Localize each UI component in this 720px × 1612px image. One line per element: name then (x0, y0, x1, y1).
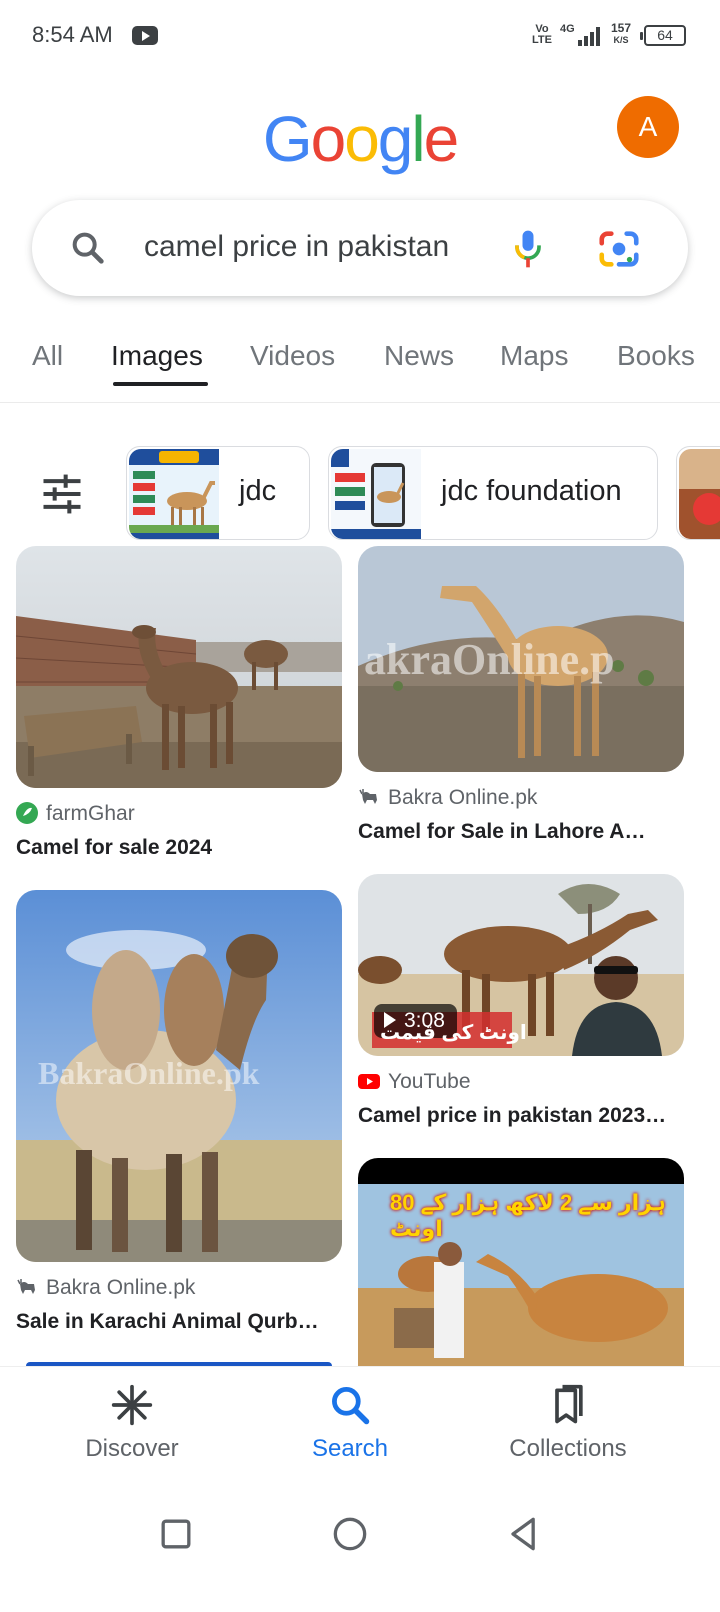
google-logo[interactable]: Google (0, 102, 720, 176)
tab-maps[interactable]: Maps (500, 340, 568, 372)
network-speed-value: 157 (610, 21, 632, 35)
tab-images[interactable]: Images (111, 340, 203, 372)
tab-videos[interactable]: Videos (250, 340, 335, 372)
recents-button-icon[interactable] (154, 1512, 198, 1556)
goat-icon (17, 1279, 35, 1294)
nav-label: Discover (85, 1435, 179, 1462)
bottom-navigation: Discover Search Collections (0, 1366, 720, 1486)
result-title[interactable]: Camel price in pakistan 2023 ... (358, 1104, 668, 1128)
logo-letter: l (411, 103, 425, 175)
chip-partial[interactable] (676, 446, 720, 540)
logo-letter: e (423, 103, 460, 175)
nav-search[interactable]: Search (250, 1383, 450, 1463)
nav-collections[interactable]: Collections (468, 1383, 668, 1463)
network-type-indicator: 4G (560, 23, 575, 35)
result-image[interactable]: akraOnline.p (358, 546, 684, 772)
result-image[interactable]: BakraOnline.pk (16, 890, 342, 1262)
goat-icon (359, 789, 377, 804)
result-source[interactable]: YouTube (358, 1070, 471, 1094)
result-source-name: Bakra Online.pk (388, 786, 538, 809)
tab-news[interactable]: News (384, 340, 454, 372)
chip-thumbnail (331, 449, 421, 539)
result-source-name: YouTube (388, 1070, 471, 1093)
watermark-text: akraOnline.p (364, 635, 615, 684)
nav-label: Collections (509, 1435, 627, 1462)
thumbnail-overlay-text: 80 ہزار سے 2 لاکھ ہزار کے اونٹ (390, 1190, 666, 1241)
logo-letter: o (344, 103, 380, 175)
logo-letter: g (377, 103, 414, 175)
youtube-icon (358, 1074, 380, 1089)
account-avatar[interactable]: A (617, 96, 679, 158)
active-tab-indicator (113, 382, 208, 386)
result-source[interactable]: farmGhar (16, 802, 135, 826)
search-icon (332, 1387, 370, 1425)
chip-thumbnail (129, 449, 219, 539)
google-lens-icon[interactable] (596, 226, 642, 272)
chip-thumbnail (679, 449, 720, 539)
result-card[interactable]: 3:08 اونٹ کی قیمت YouTube Camel price in… (358, 874, 684, 1144)
nav-discover[interactable]: Discover (32, 1383, 232, 1463)
result-card[interactable]: akraOnline.p Bakra Online.pk Camel for S… (358, 546, 684, 846)
watermark-text: BakraOnline.pk (38, 1055, 260, 1091)
result-image[interactable]: 80 ہزار سے 2 لاکھ ہزار کے اونٹ (358, 1158, 684, 1366)
result-title[interactable]: Camel for Sale in Lahore Ani... (358, 820, 658, 844)
result-source[interactable]: Bakra Online.pk (16, 1276, 195, 1300)
system-navigation-bar (0, 1486, 720, 1612)
result-image[interactable] (16, 546, 342, 788)
search-icon (72, 232, 104, 264)
discover-icon (111, 1384, 153, 1426)
chip-label: jdc foundation (441, 475, 622, 507)
search-bar[interactable]: camel price in pakistan (32, 200, 688, 296)
collections-icon (555, 1384, 583, 1424)
logo-letter: G (262, 103, 313, 175)
tabs-divider (0, 402, 720, 403)
logo-letter: o (310, 103, 347, 175)
result-card[interactable]: 80 ہزار سے 2 لاکھ ہزار کے اونٹ (358, 1158, 684, 1366)
result-card[interactable]: farmGhar Camel for sale 2024 (16, 546, 342, 866)
chip-label: jdc (239, 475, 277, 507)
refinement-chips: jdc jdc foundation (0, 446, 720, 542)
network-speed-unit: K/S (613, 35, 629, 45)
status-time: 8:54 AM (32, 22, 113, 47)
battery-indicator: 64 (640, 25, 686, 46)
result-title[interactable]: Sale in Karachi Animal Qurba... (16, 1310, 322, 1334)
result-source[interactable]: Bakra Online.pk (358, 786, 537, 810)
result-title[interactable]: Camel for sale 2024 (16, 836, 342, 860)
result-card[interactable]: BakraOnline.pk Bakra Online.pk Sale in K… (16, 890, 342, 1340)
tune-filter-icon[interactable] (40, 472, 84, 516)
chip-jdc-foundation[interactable]: jdc foundation (328, 446, 658, 540)
mic-icon[interactable] (506, 226, 550, 272)
back-button-icon[interactable] (502, 1512, 546, 1556)
result-source-name: Bakra Online.pk (46, 1276, 196, 1299)
thumbnail-overlay-text: اونٹ کی قیمت (380, 1022, 527, 1044)
volte-indicator: Vo LTE (532, 23, 552, 46)
chip-jdc[interactable]: jdc (126, 446, 310, 540)
network-speed: 157 K/S (608, 21, 634, 46)
search-tabs: All Images Videos News Maps Books (0, 330, 720, 402)
result-source-name: farmGhar (46, 802, 135, 825)
tab-all[interactable]: All (32, 340, 63, 372)
status-bar: 8:54 AM Vo LTE 4G 157 K/S 64 (0, 0, 720, 72)
signal-strength-icon (578, 26, 604, 46)
search-query[interactable]: camel price in pakistan (144, 230, 480, 264)
farmghar-icon (16, 802, 38, 824)
nav-label: Search (311, 1435, 389, 1462)
result-image[interactable]: 3:08 اونٹ کی قیمت (358, 874, 684, 1056)
home-button-icon[interactable] (328, 1512, 372, 1556)
tab-books[interactable]: Books (617, 340, 695, 372)
youtube-notification-icon (132, 26, 158, 45)
